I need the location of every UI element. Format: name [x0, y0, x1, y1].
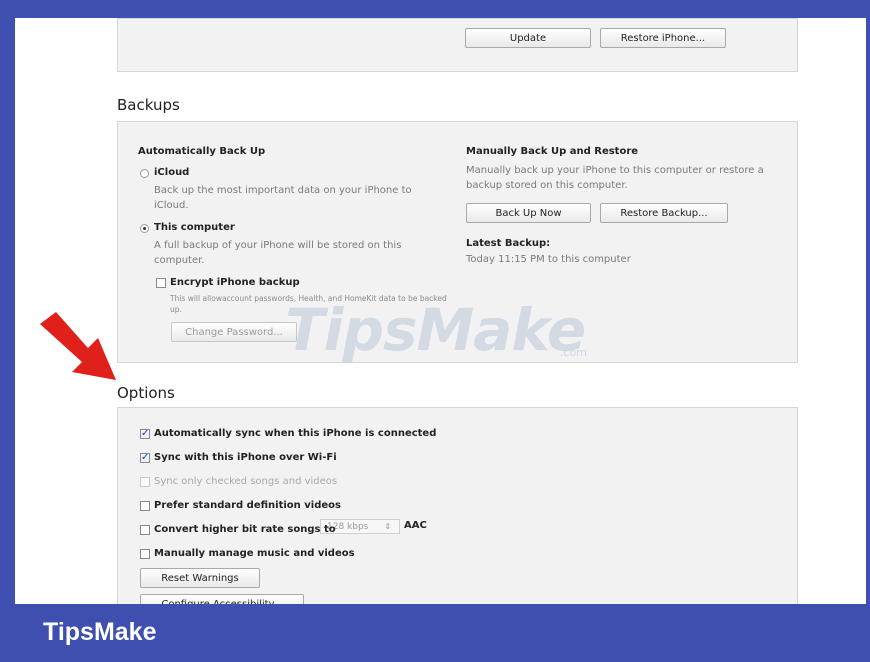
option-label[interactable]: Prefer standard definition videos — [154, 500, 341, 511]
software-panel: Update Restore iPhone... — [117, 18, 798, 72]
change-password-button[interactable]: Change Password... — [171, 322, 297, 342]
manual-backup-description: Manually back up your iPhone to this com… — [466, 165, 764, 191]
icloud-radio[interactable] — [140, 169, 149, 178]
option-label[interactable]: Automatically sync when this iPhone is c… — [154, 428, 436, 439]
auto-backup-heading: Automatically Back Up — [138, 146, 266, 157]
option-checkbox[interactable] — [140, 477, 150, 487]
update-button[interactable]: Update — [465, 28, 591, 48]
this-computer-description: A full backup of your iPhone will be sto… — [154, 240, 402, 266]
restore-iphone-button[interactable]: Restore iPhone... — [600, 28, 726, 48]
options-title: Options — [117, 384, 175, 402]
latest-backup-value: Today 11:15 PM to this computer — [466, 254, 631, 265]
option-checkbox[interactable] — [140, 549, 150, 559]
footer-bar: TipsMake — [15, 604, 870, 662]
option-checkbox[interactable] — [140, 501, 150, 511]
bitrate-format-label: AAC — [404, 520, 427, 531]
backups-title: Backups — [117, 96, 180, 114]
icloud-label[interactable]: iCloud — [154, 167, 189, 178]
red-arrow-icon — [40, 312, 116, 380]
option-checkbox[interactable]: ✓ — [140, 453, 150, 463]
option-label[interactable]: Sync with this iPhone over Wi-Fi — [154, 452, 337, 463]
option-checkbox[interactable] — [140, 525, 150, 535]
encrypt-backup-label[interactable]: Encrypt iPhone backup — [170, 277, 300, 288]
left-frame-border — [0, 0, 15, 662]
footer-brand-logo: TipsMake — [43, 618, 157, 646]
option-label[interactable]: Sync only checked songs and videos — [154, 476, 337, 487]
this-computer-radio[interactable] — [140, 224, 149, 233]
options-panel: 128 kbps ⇕ AAC Reset Warnings Configure … — [117, 407, 798, 614]
back-up-now-button[interactable]: Back Up Now — [466, 203, 591, 223]
tipsmake-watermark: TipsMake — [285, 296, 586, 364]
this-computer-label[interactable]: This computer — [154, 222, 235, 233]
manual-backup-heading: Manually Back Up and Restore — [466, 146, 639, 157]
option-checkbox[interactable]: ✓ — [140, 429, 150, 439]
tipsmake-watermark-suffix: .com — [560, 346, 587, 359]
reset-warnings-button[interactable]: Reset Warnings — [140, 568, 260, 588]
encrypt-backup-checkbox[interactable] — [156, 278, 166, 288]
right-frame-border — [866, 0, 870, 662]
option-label[interactable]: Convert higher bit rate songs to — [154, 524, 336, 535]
top-frame-border — [0, 0, 870, 18]
restore-backup-button[interactable]: Restore Backup... — [600, 203, 728, 223]
icloud-description: Back up the most important data on your … — [154, 185, 412, 211]
latest-backup-heading: Latest Backup: — [466, 238, 551, 249]
option-label[interactable]: Manually manage music and videos — [154, 548, 355, 559]
chevron-updown-icon: ⇕ — [384, 522, 392, 531]
